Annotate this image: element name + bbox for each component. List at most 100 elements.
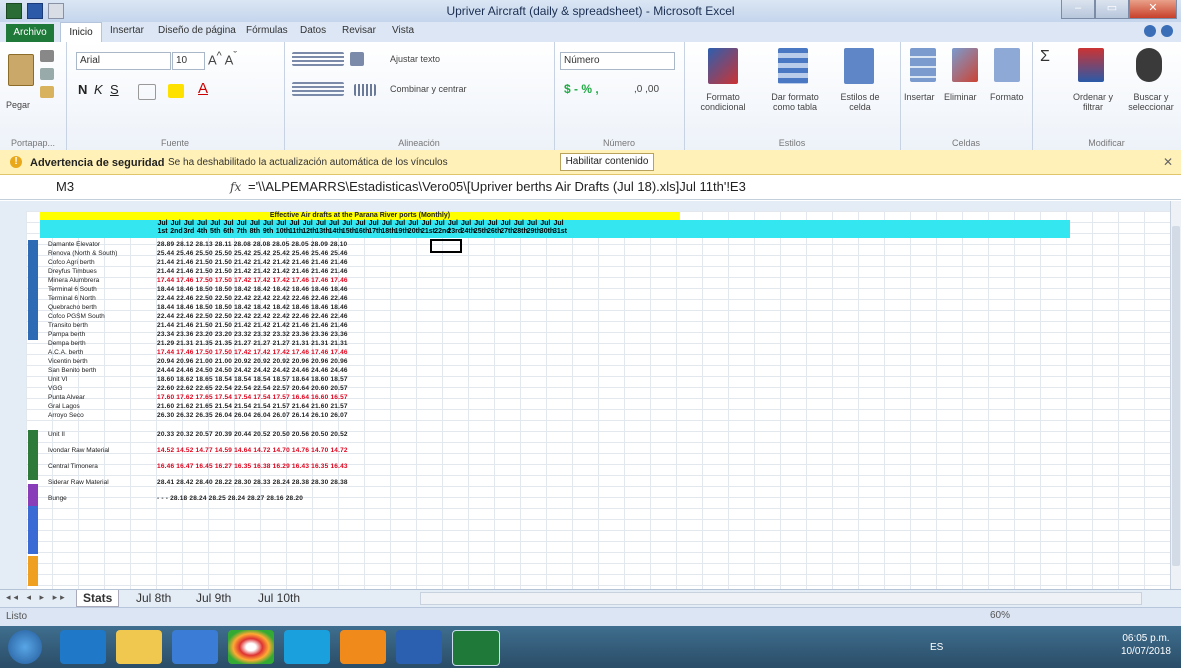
format-cells-icon[interactable] (994, 48, 1020, 82)
font-color-icon[interactable]: A (198, 80, 208, 97)
find-select-label[interactable]: Buscar y seleccionar (1122, 92, 1180, 112)
format-table-label[interactable]: Dar formato como tabla (760, 92, 830, 112)
row-values[interactable]: 21.29 21.31 21.35 21.35 21.27 21.27 21.2… (157, 339, 348, 348)
selected-cell[interactable] (430, 239, 462, 253)
sheet-tab-stats[interactable]: Stats (76, 590, 120, 607)
row-label[interactable]: Cofco Agri berth (48, 258, 146, 267)
row-values[interactable]: 22.60 22.62 22.65 22.54 22.54 22.54 22.5… (157, 384, 348, 393)
row-label[interactable]: Dempa berth (48, 339, 146, 348)
indent-icon[interactable] (354, 84, 376, 96)
tab-vista[interactable]: Vista (392, 25, 414, 36)
tab-inicio[interactable]: Inicio (60, 22, 102, 43)
paste-icon[interactable] (8, 54, 34, 86)
row-label[interactable]: Gral Lagos (48, 402, 146, 411)
tab-revisar[interactable]: Revisar (342, 25, 376, 36)
row-values[interactable]: 28.41 28.42 28.40 28.22 28.30 28.33 28.2… (157, 478, 348, 487)
minimize-button[interactable]: – (1061, 0, 1095, 19)
start-button[interactable] (8, 630, 42, 664)
row-label[interactable]: Cofco PGSM South (48, 312, 146, 321)
tab-archivo[interactable]: Archivo (6, 24, 54, 42)
decimals-icon[interactable]: ,0 ,00 (634, 84, 659, 95)
name-box[interactable]: M3 (28, 178, 176, 195)
row-label[interactable]: Quebracho berth (48, 303, 146, 312)
font-size-select[interactable]: 10 (172, 52, 205, 70)
row-values[interactable]: 28.89 28.12 28.13 28.11 28.08 28.08 28.0… (157, 240, 347, 249)
row-values[interactable]: 17.44 17.46 17.50 17.50 17.42 17.42 17.4… (157, 276, 348, 285)
row-label[interactable]: Renova (North & South) (48, 249, 146, 258)
fx-icon[interactable]: fx (230, 180, 241, 194)
align-top-icon[interactable] (292, 52, 344, 66)
row-label[interactable]: Terminal 6 South (48, 285, 146, 294)
insert-label[interactable]: Insertar (904, 92, 935, 102)
sheet-tab-jul8[interactable]: Jul 8th (136, 590, 171, 606)
row-values[interactable]: 21.44 21.46 21.50 21.50 21.42 21.42 21.4… (157, 258, 348, 267)
conditional-format-icon[interactable] (708, 48, 738, 84)
row-values[interactable]: 14.52 14.52 14.77 14.59 14.64 14.72 14.7… (157, 446, 348, 455)
row-label[interactable]: Ivondar Raw Material (48, 446, 146, 455)
row-values[interactable]: 22.44 22.46 22.50 22.50 22.42 22.42 22.4… (157, 312, 348, 321)
row-values[interactable]: 16.46 16.47 16.45 16.27 16.35 16.38 16.2… (157, 462, 348, 471)
row-label[interactable]: Pampa berth (48, 330, 146, 339)
media-icon[interactable] (172, 630, 218, 664)
underline-button[interactable]: S (110, 82, 119, 97)
row-values[interactable]: 21.44 21.46 21.50 21.50 21.42 21.42 21.4… (157, 321, 348, 330)
scrollbar-thumb[interactable] (1172, 226, 1180, 566)
font-name-select[interactable]: Arial (76, 52, 171, 70)
row-values[interactable]: 21.44 21.46 21.50 21.50 21.42 21.42 21.4… (157, 267, 348, 276)
sheet-tab-jul9[interactable]: Jul 9th (196, 590, 231, 606)
sheet-nav-arrows[interactable]: ◂◂ ◂ ▸ ▸▸ (6, 592, 68, 603)
word-icon[interactable] (396, 630, 442, 664)
sheet-tab-jul10[interactable]: Jul 10th (258, 590, 300, 606)
sort-filter-icon[interactable] (1078, 48, 1104, 82)
row-label[interactable]: Arroyo Seco (48, 411, 146, 420)
row-values[interactable]: 23.34 23.36 23.20 23.20 23.32 23.32 23.3… (157, 330, 348, 339)
find-icon[interactable] (1136, 48, 1162, 82)
app-icon[interactable] (340, 630, 386, 664)
number-format-select[interactable]: Número (560, 52, 675, 70)
copy-icon[interactable] (40, 68, 54, 80)
grow-font-icon[interactable]: A^ Aˇ (208, 50, 237, 67)
row-values[interactable]: 18.44 18.46 18.50 18.50 18.42 18.42 18.4… (157, 303, 348, 312)
close-icon[interactable]: ✕ (1163, 155, 1173, 169)
borders-icon[interactable] (138, 84, 156, 100)
row-label[interactable]: Damante Elevator (48, 240, 146, 249)
row-label[interactable]: Siderar Raw Material (48, 478, 146, 487)
insert-cells-icon[interactable] (910, 48, 936, 82)
row-label[interactable]: Punta Alvear (48, 393, 146, 402)
ie-icon[interactable] (60, 630, 106, 664)
row-values[interactable]: 21.60 21.62 21.65 21.54 21.54 21.54 21.5… (157, 402, 348, 411)
wrap-text-button[interactable]: Ajustar texto (390, 54, 440, 64)
format-label[interactable]: Formato (990, 92, 1024, 102)
row-label[interactable]: Transito berth (48, 321, 146, 330)
row-values[interactable]: 22.44 22.46 22.50 22.50 22.42 22.42 22.4… (157, 294, 348, 303)
tab-formulas[interactable]: Fórmulas (246, 25, 288, 36)
cond-format-label[interactable]: Formato condicional (688, 92, 758, 112)
currency-icon[interactable]: $ - % , (564, 82, 599, 96)
format-painter-icon[interactable] (40, 86, 54, 98)
row-values[interactable]: 20.33 20.32 20.57 20.39 20.44 20.52 20.5… (157, 430, 348, 439)
row-values[interactable]: - - - 28.18 28.24 28.25 28.24 28.27 28.1… (157, 494, 303, 503)
row-label[interactable]: San Benito berth (48, 366, 146, 375)
tab-insertar[interactable]: Insertar (110, 25, 144, 36)
explorer-icon[interactable] (116, 630, 162, 664)
row-label[interactable]: Terminal 6 North (48, 294, 146, 303)
close-button[interactable]: ✕ (1129, 0, 1177, 19)
tab-diseno[interactable]: Diseño de página (158, 25, 236, 36)
cell-styles-label[interactable]: Estilos de celda (832, 92, 888, 112)
zoom-level[interactable]: 60% (990, 610, 1010, 621)
cut-icon[interactable] (40, 50, 54, 62)
format-table-icon[interactable] (778, 48, 808, 84)
row-label[interactable]: VGG (48, 384, 146, 393)
restore-ribbon-icon[interactable] (1161, 25, 1173, 37)
help-icon[interactable] (1144, 25, 1156, 37)
maximize-button[interactable]: ▭ (1095, 0, 1129, 19)
bold-button[interactable]: N (78, 82, 87, 97)
row-headers[interactable] (0, 211, 27, 589)
row-values[interactable]: 24.44 24.46 24.50 24.50 24.42 24.42 24.4… (157, 366, 348, 375)
row-label[interactable]: Unit VI (48, 375, 146, 384)
tab-datos[interactable]: Datos (300, 25, 326, 36)
row-values[interactable]: 25.44 25.46 25.50 25.50 25.42 25.42 25.4… (157, 249, 348, 258)
row-label[interactable]: Bunge (48, 494, 146, 503)
fill-color-icon[interactable] (168, 84, 184, 98)
row-values[interactable]: 20.94 20.96 21.00 21.00 20.92 20.92 20.9… (157, 357, 348, 366)
